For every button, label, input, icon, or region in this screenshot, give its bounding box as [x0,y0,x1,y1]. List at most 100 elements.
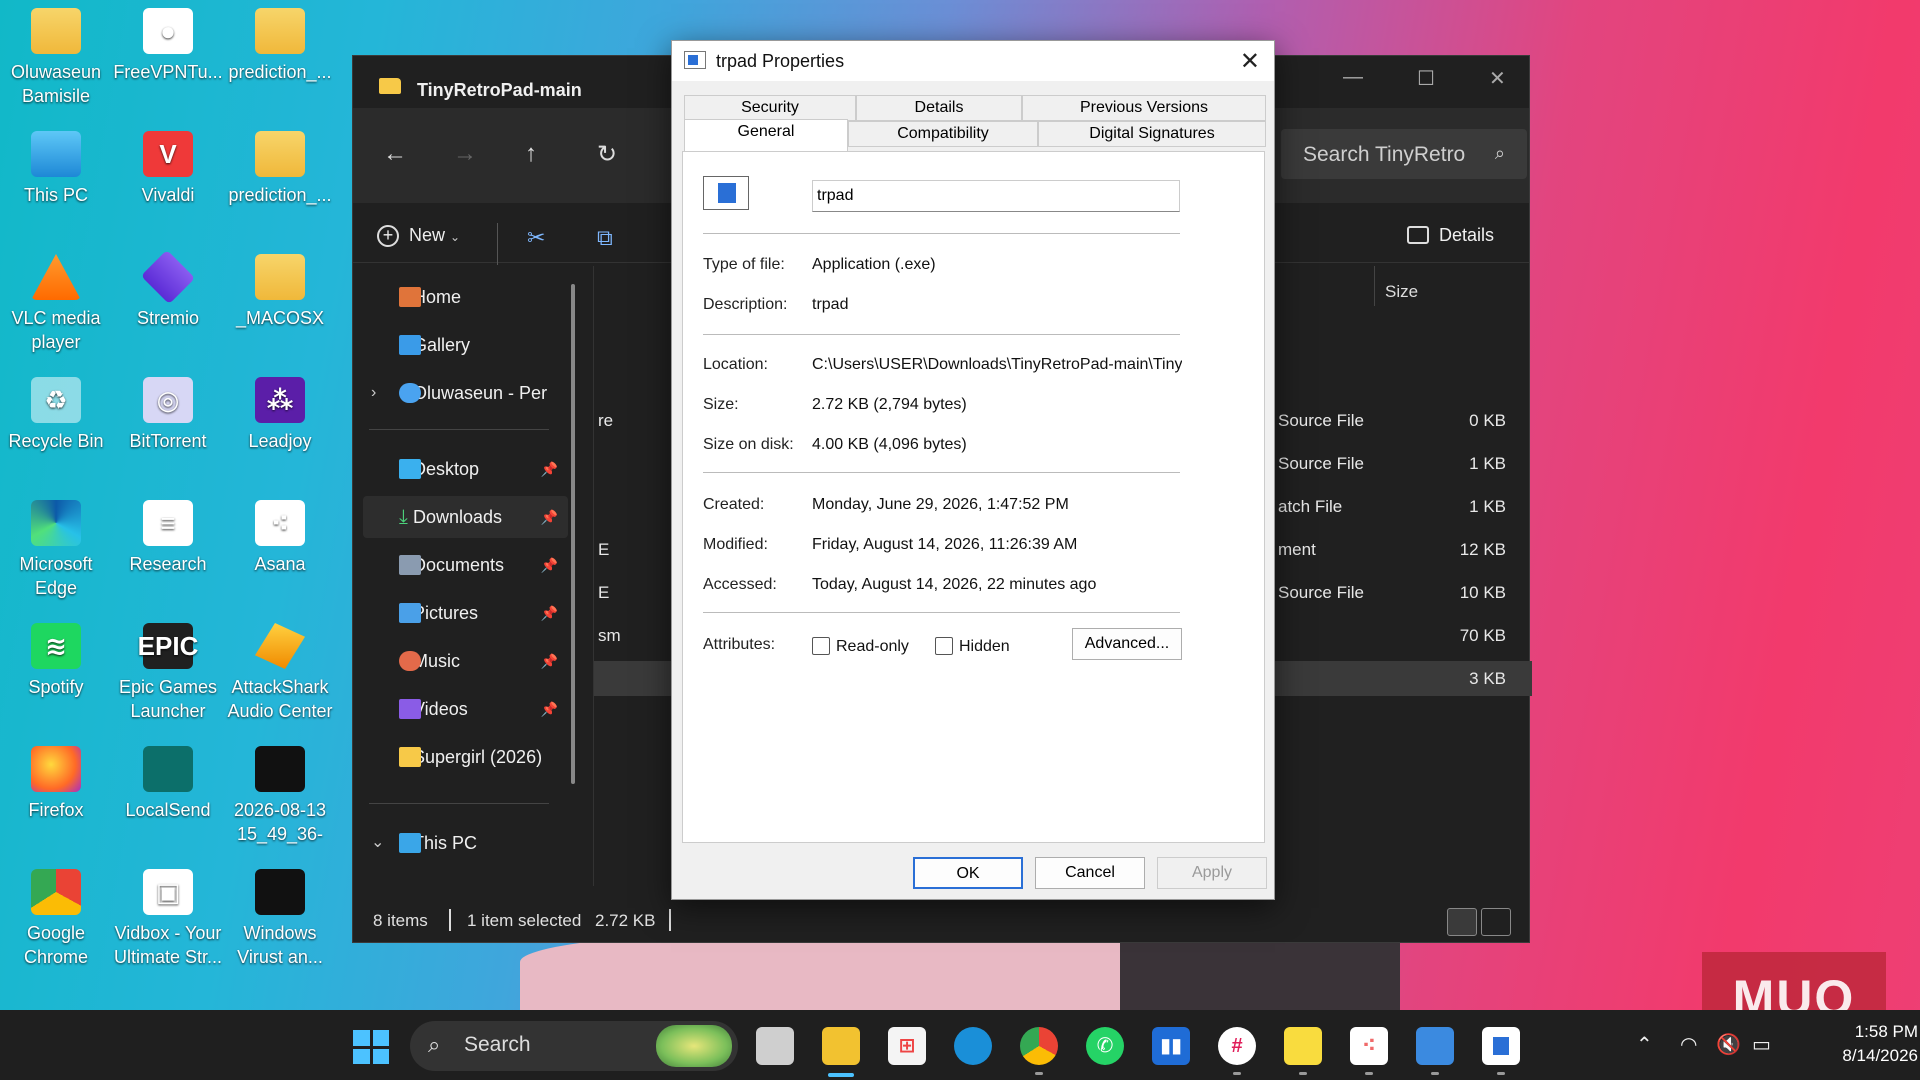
back-arrow-icon[interactable]: ← [383,140,407,168]
desktop-icon-prediction-1[interactable]: prediction_... [224,0,336,118]
tab-previous-versions[interactable]: Previous Versions [1022,95,1266,121]
desktop-icon-firefox[interactable]: Firefox [0,738,112,856]
desktop-icon-bittorrent[interactable]: ◎ BitTorrent [112,369,224,487]
slack-icon[interactable]: # [1218,1027,1256,1065]
tab-security[interactable]: Security [684,95,856,121]
desktop-icon-vidbox[interactable]: ▣ Vidbox - Your Ultimate Str... [112,861,224,979]
desktop-icon-attackshark[interactable]: AttackShark Audio Center [224,615,336,733]
sidebar-item-videos[interactable]: Videos 📌 [363,688,568,730]
desktop-icon-leadjoy[interactable]: ⁂ Leadjoy [224,369,336,487]
pin-icon[interactable]: 📌 [541,688,558,730]
tab-digital-signatures[interactable]: Digital Signatures [1038,121,1266,147]
system-clock[interactable]: 1:58 PM 8/14/2026 [1808,1020,1918,1068]
desktop-icon-chrome[interactable]: Google Chrome [0,861,112,979]
close-icon[interactable]: ✕ [1240,47,1260,76]
sidebar-item-home[interactable]: Home [363,276,568,318]
advanced-button[interactable]: Advanced... [1072,628,1182,660]
forward-arrow-icon[interactable]: → [453,140,477,168]
whatsapp-icon[interactable]: ✆ [1086,1027,1124,1065]
desktop-icon-epic[interactable]: EPIC Epic Games Launcher [112,615,224,733]
start-button-icon[interactable] [353,1030,389,1064]
copy-icon[interactable]: ⧉ [597,225,613,251]
sticky-notes-icon[interactable] [1284,1027,1322,1065]
tab-general[interactable]: General [684,119,848,151]
sidebar-item-desktop[interactable]: Desktop 📌 [363,448,568,490]
pin-icon[interactable]: 📌 [541,496,558,538]
desktop-icon-vlc[interactable]: VLC media player [0,246,112,364]
tiles-view-icon[interactable] [1481,908,1511,936]
cancel-button[interactable]: Cancel [1035,857,1145,889]
desktop-icon-prediction-2[interactable]: prediction_... [224,123,336,241]
new-button[interactable]: + New ⌄ [377,225,460,247]
ok-button[interactable]: OK [913,857,1023,889]
file-explorer-icon[interactable] [822,1027,860,1065]
desktop-icon-recycle-bin[interactable]: ♻ Recycle Bin [0,369,112,487]
desktop-icon-asana[interactable]: ⁖ Asana [224,492,336,610]
location-value[interactable]: C:\Users\USER\Downloads\TinyRetroPad-mai… [812,356,1182,374]
plus-icon: + [377,225,399,247]
wifi-icon[interactable]: ◠ [1680,1032,1697,1057]
pin-icon[interactable]: 📌 [541,544,558,586]
search-input[interactable]: Search TinyRetro ⌕ [1281,129,1527,179]
desktop-icon-oluwaseun[interactable]: Oluwaseun Bamisile [0,0,112,118]
running-indicator [1299,1072,1307,1075]
filename-field[interactable] [812,180,1180,212]
volume-muted-icon[interactable]: 🔇 [1716,1032,1741,1057]
minimize-icon[interactable]: — [1343,66,1363,89]
cut-icon[interactable]: ✂ [527,225,545,251]
sidebar-item-gallery[interactable]: Gallery [363,324,568,366]
accessed-label: Accessed: [703,576,777,593]
desktop-icon-spotify[interactable]: ≋ Spotify [0,615,112,733]
tab-compatibility[interactable]: Compatibility [848,121,1038,147]
sidebar-item-documents[interactable]: Documents 📌 [363,544,568,586]
desktop-icon-stremio[interactable]: Stremio [112,246,224,364]
desktop-icon-localsend[interactable]: LocalSend [112,738,224,856]
details-pane-icon [1407,226,1429,244]
chrome-icon [31,869,81,915]
properties-dialog: trpad Properties ✕ Security Details Prev… [671,40,1275,900]
apply-button[interactable]: Apply [1157,857,1267,889]
refresh-icon[interactable]: ↻ [597,140,617,169]
dialog-titlebar[interactable]: trpad Properties ✕ [672,41,1274,81]
chrome-icon[interactable] [1020,1027,1058,1065]
gallery-icon [399,335,421,355]
file-name: re [598,411,614,430]
battery-icon[interactable]: ▭ [1752,1032,1771,1057]
edge-icon[interactable] [954,1027,992,1065]
trpad-app-icon[interactable] [1482,1027,1520,1065]
task-view-icon[interactable] [756,1027,794,1065]
column-header-size[interactable]: Size [1374,266,1514,306]
maximize-icon[interactable]: ☐ [1417,66,1435,91]
desktop-icon-edge[interactable]: Microsoft Edge [0,492,112,610]
sidebar-item-supergirl[interactable]: Supergirl (2026) [363,736,568,778]
pin-icon[interactable]: 📌 [541,448,558,490]
desktop-icon-macosx[interactable]: _MACOSX [224,246,336,364]
desktop-icon-research[interactable]: ≡ Research [112,492,224,610]
sidebar-item-onedrive[interactable]: › Oluwaseun - Per [363,372,568,414]
sidebar-item-pictures[interactable]: Pictures 📌 [363,592,568,634]
desktop-icon-vivaldi[interactable]: V Vivaldi [112,123,224,241]
up-arrow-icon[interactable]: ↑ [525,140,537,168]
asana-icon[interactable]: ⁖ [1350,1027,1388,1065]
readonly-checkbox[interactable]: Read-only [812,637,909,656]
desktop-icon-windows-virus[interactable]: Windows Virust an... [224,861,336,979]
taskbar-search[interactable]: ⌕ Search [410,1021,738,1071]
sidebar-item-downloads[interactable]: ⤓ Downloads 📌 [363,496,568,538]
sidebar-item-this-pc[interactable]: ⌄ This PC [363,822,568,864]
sidebar-scrollbar[interactable] [571,284,575,784]
desktop-icon-screenshot[interactable]: 2026-08-13 15_49_36- [224,738,336,856]
microsoft-store-icon[interactable]: ⊞ [888,1027,926,1065]
close-icon[interactable]: ✕ [1489,66,1506,91]
pin-icon[interactable]: 📌 [541,640,558,682]
details-pane-button[interactable]: Details [1407,225,1494,246]
desktop-icon-this-pc[interactable]: This PC [0,123,112,241]
chevron-up-icon[interactable]: ⌃ [1636,1032,1653,1057]
hidden-checkbox[interactable]: Hidden [935,637,1010,656]
sidebar-item-music[interactable]: Music 📌 [363,640,568,682]
trello-icon[interactable]: ▮▮ [1152,1027,1190,1065]
tab-details[interactable]: Details [856,95,1022,121]
details-view-icon[interactable] [1447,908,1477,936]
desktop-icon-freevpn[interactable]: ● FreeVPNTu... [112,0,224,118]
pin-icon[interactable]: 📌 [541,592,558,634]
photos-icon[interactable] [1416,1027,1454,1065]
